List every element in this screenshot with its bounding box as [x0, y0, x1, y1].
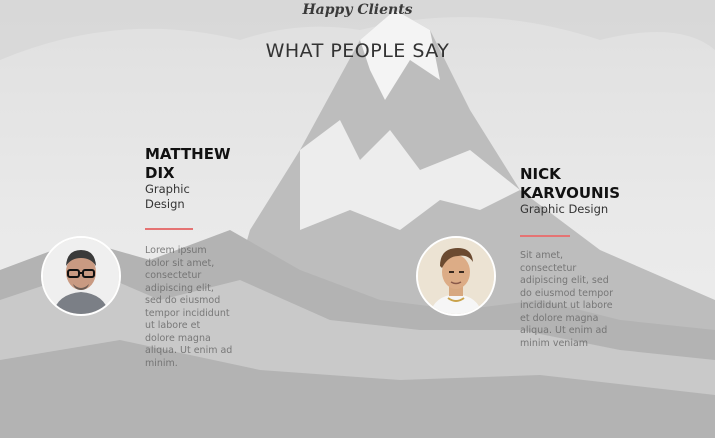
section-subtitle: Happy Clients: [302, 2, 413, 18]
testimonial-role: Graphic Design: [145, 182, 190, 211]
testimonial-role: Graphic Design: [520, 202, 609, 216]
testimonial-quote: Sit amet, consectetur adipiscing elit, s…: [520, 250, 614, 349]
testimonial-quote: Lorem ipsum dolor sit amet, consectetur …: [145, 245, 233, 369]
accent-divider: [520, 235, 570, 237]
avatar: [41, 236, 121, 316]
background-overlay: [0, 0, 715, 438]
section-title: WHAT PEOPLE SAY: [265, 40, 450, 62]
testimonial-name: NICK KARVOUNIS: [520, 165, 620, 202]
avatar: [416, 236, 496, 316]
testimonial-name: MATTHEW DIX: [145, 145, 231, 182]
accent-divider: [145, 228, 193, 230]
